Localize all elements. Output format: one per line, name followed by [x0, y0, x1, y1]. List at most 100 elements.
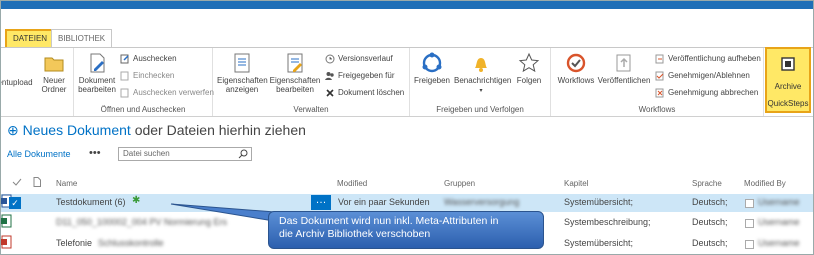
delete-document-label: Dokument löschen [338, 88, 405, 97]
view-properties-label-1: Eigenschaften [217, 76, 268, 85]
column-gruppen[interactable]: Gruppen [444, 179, 475, 188]
approve-reject-label: Genehmigen/Ablehnen [668, 71, 750, 80]
discard-checkout-button[interactable]: Auschecken verwerfen [120, 87, 214, 98]
new-folder-label-2: Ordner [41, 85, 67, 94]
kapitel-value: Systembeschreibung; [564, 217, 651, 227]
group-label-workflows: Workflows [638, 105, 676, 114]
ribbon: entupload Neuer Ordner Dokument bearbeit… [1, 47, 813, 117]
edit-properties-label-1: Eigenschaften [269, 76, 321, 85]
column-kapitel[interactable]: Kapitel [564, 179, 588, 188]
item-menu-button[interactable]: … [311, 195, 331, 210]
unpublish-button[interactable]: Veröffentlichung aufheben [655, 53, 761, 64]
group-label-open-checkout: Öffnen und Auschecken [100, 105, 186, 114]
suite-bar [1, 1, 813, 9]
annotation-callout: Das Dokument wird nun inkl. Meta-Attribu… [268, 211, 544, 249]
edit-properties-button[interactable]: Eigenschaften bearbeiten [269, 52, 321, 94]
edit-document-button[interactable]: Dokument bearbeiten [76, 52, 118, 94]
edit-document-label-2: bearbeiten [78, 85, 116, 94]
view-properties-button[interactable]: Eigenschaften anzeigen [217, 52, 268, 94]
group-label-manage: Verwalten [293, 105, 329, 114]
version-history-button[interactable]: Versionsverlauf [325, 53, 393, 64]
publish-label: Veröffentlichen [597, 76, 651, 85]
checkin-button[interactable]: Einchecken [120, 70, 174, 81]
callout-line-2: die Archiv Bibliothek verschoben [279, 228, 431, 240]
presence-icon [745, 219, 754, 228]
delete-document-button[interactable]: Dokument löschen [325, 87, 404, 98]
kapitel-value: Systemübersicht; [564, 197, 634, 207]
publish-button[interactable]: Veröffentlichen [597, 52, 651, 85]
modified-by-value[interactable]: Username [758, 217, 800, 227]
cancel-approval-button[interactable]: Genehmigung abbrechen [655, 87, 758, 98]
share-button[interactable]: Freigeben [412, 52, 452, 85]
ribbon-group-open-checkout: Dokument bearbeiten Auschecken Einchecke… [74, 48, 214, 116]
follow-button[interactable]: Folgen [512, 52, 546, 85]
search-icon[interactable] [238, 149, 248, 159]
workflow-icon [566, 53, 586, 73]
checkout-button[interactable]: Auschecken [120, 53, 177, 64]
drag-hint: oder Dateien hierhin ziehen [134, 122, 306, 138]
archive-icon [781, 57, 795, 71]
column-modified[interactable]: Modified [337, 179, 367, 188]
alert-me-label: Benachrichtigen [454, 76, 512, 85]
pdf-document-icon [1, 235, 12, 249]
version-history-icon [325, 54, 335, 64]
column-modified-by[interactable]: Modified By [744, 179, 786, 188]
file-name[interactable]: D11_050_100002_004 PV Normierung Ers [56, 217, 227, 227]
checkout-icon [120, 54, 129, 64]
alert-me-button[interactable]: Benachrichtigen ▾ [454, 52, 512, 96]
people-icon [325, 71, 334, 80]
new-document-link[interactable]: Neues Dokument [23, 122, 131, 138]
select-all-icon[interactable] [12, 177, 22, 187]
publish-icon [616, 54, 631, 72]
group-label-share-track: Freigeben und Verfolgen [436, 105, 524, 114]
new-document-line: ⊕ Neues Dokument oder Dateien hierhin zi… [7, 122, 306, 139]
sprache-value: Deutsch; [692, 217, 728, 227]
view-more-button[interactable]: ••• [89, 147, 101, 159]
share-icon [422, 52, 442, 73]
plus-icon: ⊕ [7, 122, 19, 138]
ribbon-group-manage: Eigenschaften anzeigen Eigenschaften bea… [213, 48, 410, 116]
file-name[interactable]: Testdokument (6) [56, 197, 126, 207]
new-item-icon: ✱ [132, 195, 141, 206]
upload-button[interactable]: entupload [1, 78, 35, 87]
sprache-value: Deutsch; [692, 238, 728, 248]
archive-button[interactable]: Archive [767, 82, 809, 91]
ribbon-group-workflows: Workflows Veröffentlichen Veröffentlichu… [551, 48, 764, 116]
version-history-label: Versionsverlauf [338, 54, 393, 63]
approve-reject-button[interactable]: Genehmigen/Ablehnen [655, 70, 750, 81]
share-label: Freigeben [413, 76, 451, 85]
edit-properties-icon [287, 53, 303, 73]
kapitel-value: Systemübersicht; [564, 238, 634, 248]
presence-icon [745, 199, 754, 208]
app-frame: DATEIEN BIBLIOTHEK entupload Neuer Ordne… [0, 0, 814, 255]
file-type-icon [33, 177, 41, 187]
modified-by-value[interactable]: Username [758, 238, 800, 248]
excel-document-icon [1, 214, 12, 228]
ribbon-group-share-track: Freigeben Benachrichtigen ▾ Folgen Freig… [410, 48, 551, 116]
column-name[interactable]: Name [56, 179, 77, 188]
tab-files[interactable]: DATEIEN [5, 29, 56, 49]
shared-with-label: Freigegeben für [338, 71, 395, 80]
star-icon [518, 52, 540, 73]
follow-label: Folgen [516, 76, 542, 85]
new-folder-button[interactable]: Neuer Ordner [37, 52, 71, 94]
row-checkbox[interactable]: ✓ [9, 197, 21, 209]
delete-icon [326, 89, 334, 97]
ribbon-tabs: DATEIEN BIBLIOTHEK [1, 29, 813, 49]
new-folder-label-1: Neuer [43, 76, 65, 85]
table-row[interactable]: ✓ Testdokument (6) ✱ … Vor ein paar Seku… [1, 194, 813, 212]
shared-with-button[interactable]: Freigegeben für [325, 70, 394, 81]
checkout-label: Auschecken [133, 54, 177, 63]
file-name[interactable]: Telefonie [56, 238, 92, 248]
gruppen-value: Wasserversorgung [444, 197, 520, 207]
view-all-documents[interactable]: Alle Dokumente [7, 149, 71, 159]
tab-library[interactable]: BIBLIOTHEK [51, 29, 113, 48]
modified-by-value[interactable]: Username [758, 197, 800, 207]
search-input[interactable]: Datei suchen [118, 147, 252, 161]
callout-line-1: Das Dokument wird nun inkl. Meta-Attribu… [279, 215, 499, 227]
group-label-quicksteps: QuickSteps [767, 99, 809, 108]
workflows-button[interactable]: Workflows [555, 52, 597, 85]
properties-icon [234, 53, 250, 73]
search-placeholder: Datei suchen [123, 149, 170, 158]
column-sprache[interactable]: Sprache [692, 179, 722, 188]
